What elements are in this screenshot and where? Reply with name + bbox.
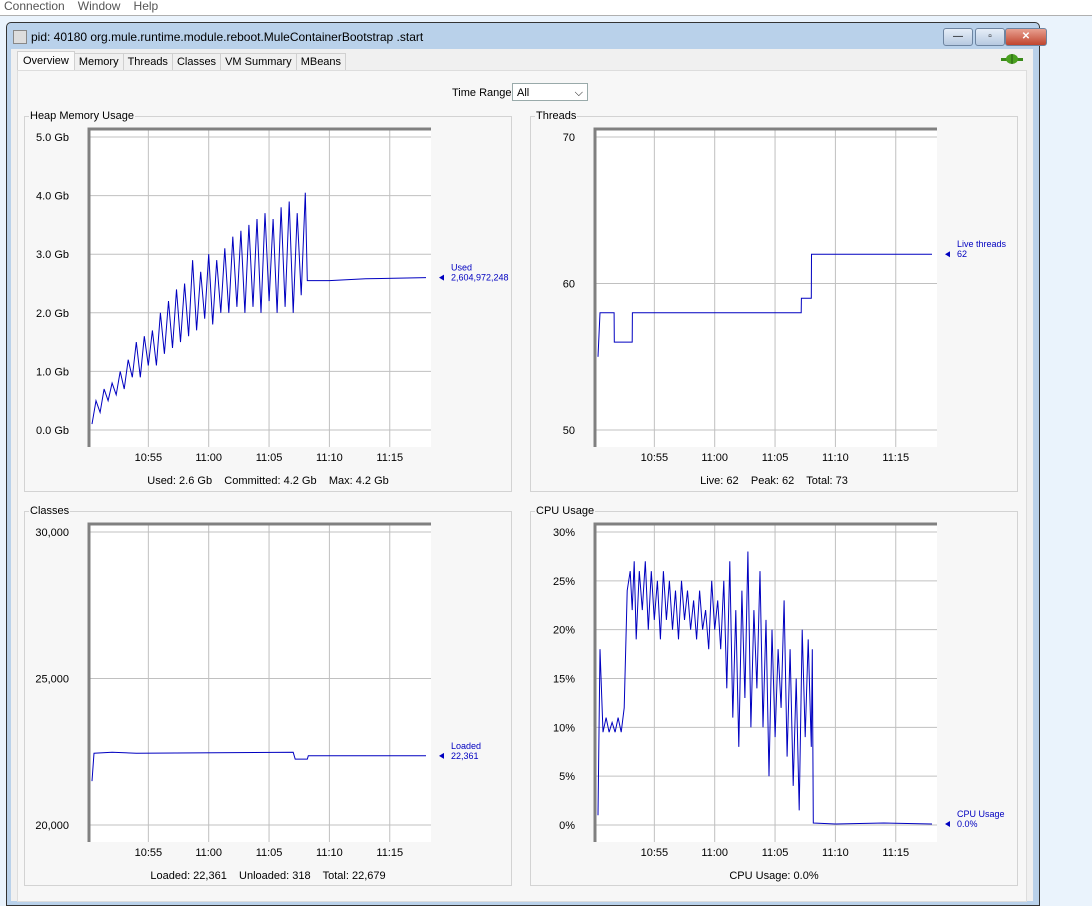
- x-tick-label: 11:00: [701, 452, 728, 464]
- tab-classes[interactable]: Classes: [171, 53, 222, 70]
- menu-window[interactable]: Window: [78, 0, 121, 13]
- y-tick-label: 50: [563, 425, 575, 437]
- close-button[interactable]: ✕: [1005, 28, 1047, 46]
- connection-status-icon: [1001, 54, 1023, 64]
- cpu-chart: 10:55 11:00 11:05 11:10 11:15 0% 5% 10% 15% 20% 25…: [553, 522, 1005, 859]
- x-tick-label: 11:10: [316, 847, 343, 859]
- threads-chart: 10:55 11:00 11:05 11:10 11:15 50 60 70 Live thre…: [563, 127, 1007, 464]
- plot-area: [595, 524, 937, 842]
- tab-vm-summary[interactable]: VM Summary: [220, 53, 297, 70]
- cpu-panel: CPU Usage 10:55 11:00 11:05 11:10 11:15 0% 5% 1…: [530, 505, 1018, 886]
- legend-value: 2,604,972,248: [451, 273, 509, 283]
- y-tick-label: 60: [563, 279, 575, 291]
- y-tick-label: 3.0 Gb: [36, 249, 69, 261]
- y-tick-label: 30%: [553, 527, 575, 539]
- cpu-footer: CPU Usage: 0.0%: [729, 870, 819, 882]
- legend-marker-icon: [439, 752, 444, 759]
- legend-value: 0.0%: [957, 819, 978, 829]
- minimize-button[interactable]: —: [943, 28, 973, 46]
- classes-chart: 10:55 11:00 11:05 11:10 11:15 20,000 25,000 30,…: [35, 522, 481, 859]
- time-range-label: Time Range:: [452, 87, 515, 99]
- legend-label: Loaded: [451, 741, 481, 751]
- y-tick-label: 70: [563, 132, 575, 144]
- heap-memory-panel: Heap Memory Usage 10:55 11:00 11:05 11:10 11…: [24, 110, 512, 492]
- x-tick-label: 11:05: [256, 452, 283, 464]
- classes-panel: Classes 10:55 11:00 11:05 11:10 11:15 20,000 2…: [24, 505, 512, 886]
- tab-threads[interactable]: Threads: [122, 53, 173, 70]
- y-tick-label: 30,000: [35, 527, 69, 539]
- time-range-value: All: [517, 87, 530, 99]
- y-tick-label: 1.0 Gb: [36, 366, 69, 378]
- y-tick-label: 20,000: [35, 820, 69, 832]
- menu-help[interactable]: Help: [134, 0, 159, 13]
- plot-area: [595, 129, 937, 447]
- heap-footer: Used: 2.6 Gb Committed: 4.2 Gb Max: 4.2 …: [147, 475, 389, 487]
- menu-connection[interactable]: Connection: [4, 0, 65, 13]
- y-tick-label: 2.0 Gb: [36, 308, 69, 320]
- window-title: pid: 40180 org.mule.runtime.module.reboo…: [31, 30, 424, 44]
- heap-memory-chart: 10:55 11:00 11:05 11:10 11:15 0.0 Gb 1.0 Gb 2.0…: [36, 127, 509, 464]
- legend-marker-icon: [945, 821, 950, 828]
- x-tick-label: 11:10: [822, 847, 849, 859]
- y-tick-label: 25%: [553, 576, 575, 588]
- legend-value: 22,361: [451, 751, 479, 761]
- tab-overview[interactable]: Overview: [17, 51, 75, 70]
- y-tick-label: 15%: [553, 674, 575, 686]
- y-tick-label: 25,000: [35, 674, 69, 686]
- java-icon: [13, 30, 27, 44]
- menu-bar: Connection Window Help: [0, 0, 1092, 16]
- x-tick-label: 11:05: [256, 847, 283, 859]
- tab-bar: Overview Memory Threads Classes VM Summary MB…: [17, 51, 347, 71]
- threads-panel: Threads 10:55 11:00 11:05 11:10 11:15 50 60 70 L…: [530, 110, 1018, 492]
- x-tick-label: 11:00: [195, 847, 222, 859]
- x-tick-label: 10:55: [641, 452, 669, 464]
- x-tick-label: 11:10: [822, 452, 849, 464]
- y-tick-label: 5.0 Gb: [36, 132, 69, 144]
- y-tick-label: 5%: [559, 771, 575, 783]
- x-tick-label: 11:00: [701, 847, 728, 859]
- legend-marker-icon: [945, 251, 950, 258]
- tab-memory[interactable]: Memory: [73, 53, 124, 70]
- y-tick-label: 20%: [553, 625, 575, 637]
- x-tick-label: 10:55: [641, 847, 669, 859]
- y-tick-label: 0%: [559, 820, 575, 832]
- x-tick-label: 11:05: [762, 847, 789, 859]
- chevron-down-icon: ⌵: [574, 87, 583, 99]
- plot-area: [89, 524, 431, 842]
- y-tick-label: 4.0 Gb: [36, 191, 69, 203]
- maximize-button[interactable]: ▫: [975, 28, 1005, 46]
- tab-mbeans[interactable]: MBeans: [295, 53, 347, 70]
- legend-value: 62: [957, 249, 967, 259]
- legend-label: CPU Usage: [957, 809, 1005, 819]
- y-tick-label: 10%: [553, 722, 575, 734]
- x-tick-label: 11:15: [376, 847, 403, 859]
- x-tick-label: 10:55: [135, 452, 163, 464]
- threads-footer: Live: 62 Peak: 62 Total: 73: [700, 475, 848, 487]
- y-tick-label: 0.0 Gb: [36, 425, 69, 437]
- x-tick-label: 11:15: [882, 452, 909, 464]
- x-tick-label: 11:00: [195, 452, 222, 464]
- x-tick-label: 11:10: [316, 452, 343, 464]
- x-tick-label: 10:55: [135, 847, 163, 859]
- time-range-select[interactable]: All ⌵: [512, 83, 588, 101]
- legend-label: Live threads: [957, 239, 1007, 249]
- x-tick-label: 11:05: [762, 452, 789, 464]
- classes-footer: Loaded: 22,361 Unloaded: 318 Total: 22,6…: [150, 870, 386, 882]
- legend-marker-icon: [439, 274, 444, 281]
- x-tick-label: 11:15: [376, 452, 403, 464]
- legend-label: Used: [451, 263, 472, 273]
- x-tick-label: 11:15: [882, 847, 909, 859]
